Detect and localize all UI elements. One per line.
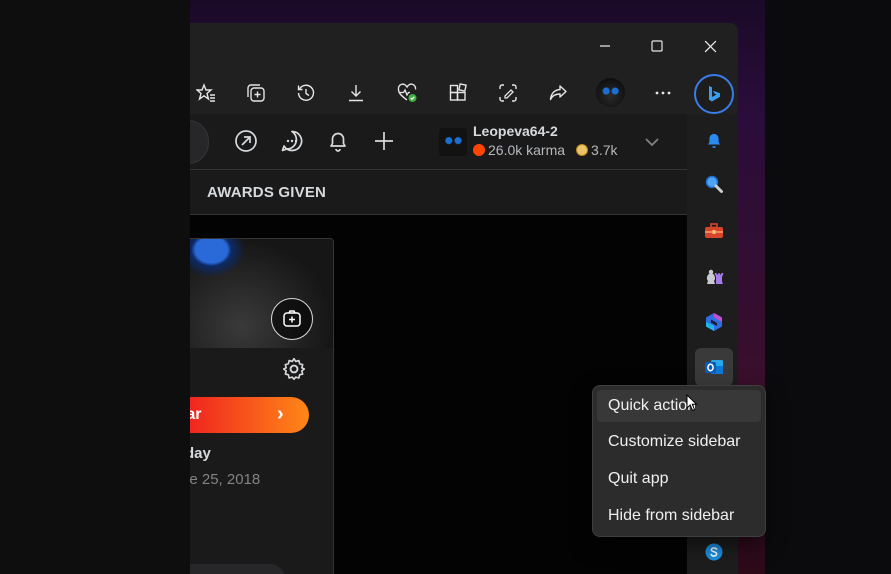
desktop-background-left <box>0 0 190 574</box>
profile-avatar[interactable] <box>596 78 625 107</box>
sidebar-skype-button[interactable] <box>695 533 733 571</box>
tab-awards-given[interactable]: AWARDS GIVEN <box>207 184 326 201</box>
chevron-down-icon[interactable] <box>642 132 662 152</box>
gear-icon[interactable] <box>281 356 307 382</box>
microsoft-365-icon <box>706 313 722 331</box>
coin-count: 3.7k <box>591 142 618 158</box>
popular-arrow-icon <box>235 130 257 152</box>
karma-info: 26.0k karma 3.7k <box>473 142 618 158</box>
bing-copilot-button[interactable] <box>694 74 734 114</box>
maximize-icon <box>651 40 663 52</box>
outlook-icon <box>705 360 723 374</box>
history-button[interactable] <box>290 77 322 109</box>
chat-button[interactable] <box>277 126 307 156</box>
skype-icon <box>705 543 723 561</box>
close-icon <box>704 40 716 52</box>
sidebar-outlook-button[interactable] <box>695 348 733 386</box>
user-avatar[interactable] <box>439 128 467 156</box>
profile-card: tar › day ne 25, 2018 <box>190 238 334 574</box>
menu-item-quit-app[interactable]: Quit app <box>597 463 761 495</box>
sidebar-tools-button[interactable] <box>695 212 733 250</box>
menu-item-customize-sidebar[interactable]: Customize sidebar <box>597 426 761 458</box>
history-icon <box>297 84 315 101</box>
bell-icon <box>708 133 720 148</box>
more-options-button[interactable] <box>647 77 679 109</box>
browser-essentials-button[interactable] <box>391 77 423 109</box>
favorites-button[interactable] <box>190 77 222 109</box>
sidebar-microsoft365-button[interactable] <box>695 303 733 341</box>
profile-tabs: AWARDS GIVEN <box>190 170 687 215</box>
karma-icon <box>473 144 485 156</box>
mouse-cursor-icon <box>686 394 698 412</box>
screenshot-icon <box>499 84 517 102</box>
collections-icon <box>247 84 265 102</box>
title-bar <box>190 23 738 70</box>
downloads-button[interactable] <box>340 77 372 109</box>
favorites-icon <box>196 83 215 102</box>
username[interactable]: Leopeva64-2 <box>473 123 558 139</box>
search-bar[interactable] <box>190 120 209 164</box>
reddit-header: Leopeva64-2 26.0k karma 3.7k <box>190 114 687 170</box>
create-avatar-button[interactable]: tar › <box>190 397 309 433</box>
cake-day-date: ne 25, 2018 <box>190 471 261 488</box>
extensions-button[interactable] <box>442 77 474 109</box>
notifications-button[interactable] <box>323 126 353 156</box>
minimize-button[interactable] <box>582 23 628 69</box>
maximize-button[interactable] <box>634 23 680 69</box>
minimize-icon <box>600 45 610 47</box>
share-icon <box>549 85 567 101</box>
browser-toolbar <box>190 70 738 114</box>
extensions-icon <box>449 83 467 101</box>
more-icon <box>655 91 671 95</box>
card-action-pill[interactable] <box>190 564 285 574</box>
collections-button[interactable] <box>240 77 272 109</box>
cake-day-label: day <box>190 445 211 462</box>
chat-icon <box>281 130 303 152</box>
chess-pieces-icon <box>706 269 724 284</box>
search-icon <box>705 175 723 193</box>
popular-button[interactable] <box>231 126 261 156</box>
screenshot-button[interactable] <box>492 77 524 109</box>
share-button[interactable] <box>542 77 574 109</box>
plus-icon <box>375 132 393 150</box>
profile-banner <box>190 239 333 348</box>
bell-icon <box>330 132 346 152</box>
coin-icon <box>576 144 589 156</box>
bing-copilot-icon <box>709 86 720 102</box>
create-post-button[interactable] <box>369 126 399 156</box>
chevron-right-icon: › <box>277 403 284 425</box>
menu-item-hide-from-sidebar[interactable]: Hide from sidebar <box>597 500 761 532</box>
close-button[interactable] <box>687 23 733 69</box>
sidebar-games-button[interactable] <box>695 257 733 295</box>
desktop-background-right <box>765 0 891 574</box>
browser-essentials-icon <box>397 83 417 102</box>
add-image-button[interactable] <box>271 298 313 340</box>
sidebar-context-menu: Quick action Customize sidebar Quit app … <box>592 385 766 537</box>
sidebar-notifications-button[interactable] <box>695 121 733 159</box>
downloads-icon <box>349 85 363 102</box>
karma-count: 26.0k karma <box>488 142 566 158</box>
menu-item-quick-action[interactable]: Quick action <box>597 390 761 422</box>
sidebar-search-button[interactable] <box>695 165 733 203</box>
toolbox-icon <box>705 223 723 238</box>
create-avatar-label: tar <box>190 406 202 423</box>
add-image-icon <box>283 310 301 327</box>
